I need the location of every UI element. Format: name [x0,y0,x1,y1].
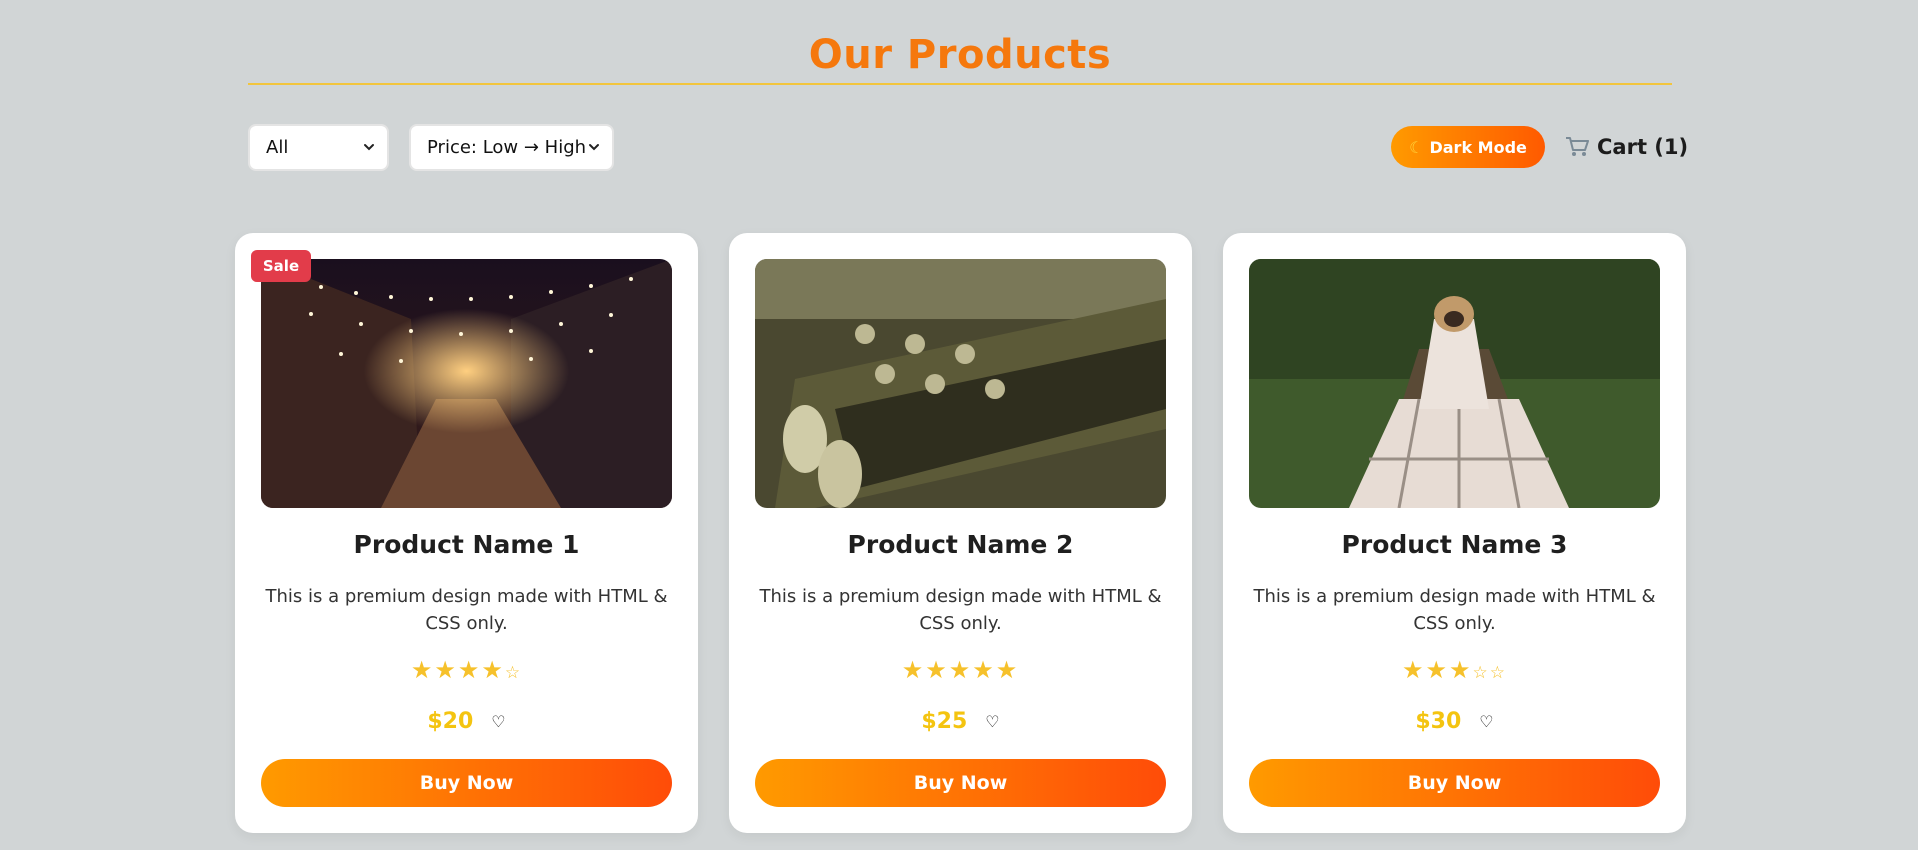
buy-now-button[interactable]: Buy Now [1249,759,1660,807]
moon-icon: ☾ [1409,137,1424,157]
star-icon: ★ [410,656,435,684]
star-icon: ★ [1425,656,1449,684]
star-icon: ★ [1449,656,1473,684]
sale-badge: Sale [251,250,311,282]
star-outline-icon: ☆ [1489,663,1508,683]
cart-button[interactable]: Cart (1) [1565,130,1688,164]
star-rating: ★★★★☆ [235,656,698,684]
buy-now-button[interactable]: Buy Now [755,759,1166,807]
chevron-down-icon [589,144,599,151]
category-select-value: All [266,137,289,158]
price-row: $25 ♡ [729,709,1192,734]
star-icon: ★ [1401,656,1426,684]
product-name: Product Name 2 [847,530,1074,559]
product-card: Sale Product Name 1 This is a premium de… [235,233,698,833]
heart-icon[interactable]: ♡ [491,712,505,731]
star-icon: ★ [434,656,458,684]
product-card: Product Name 3 This is a premium design … [1223,233,1686,833]
page: Our Products All Price: Low → High ☾ Dar… [0,0,1918,850]
dark-mode-label: Dark Mode [1429,137,1527,157]
product-price: $20 [427,709,474,734]
sort-select[interactable]: Price: Low → High [409,124,614,171]
star-icon: ★ [481,656,505,684]
product-name: Product Name 1 [353,530,580,559]
price-row: $20 ♡ [235,709,698,734]
star-icon: ★ [901,656,926,684]
product-description: This is a premium design made with HTML … [1253,586,1656,634]
heart-icon[interactable]: ♡ [1479,712,1493,731]
product-card: Product Name 2 This is a premium design … [729,233,1192,833]
dark-mode-button[interactable]: ☾ Dark Mode [1391,126,1545,168]
product-description: This is a premium design made with HTML … [265,586,668,634]
star-outline-icon: ☆ [504,663,523,683]
product-image[interactable] [1249,259,1660,508]
buy-now-button[interactable]: Buy Now [261,759,672,807]
chevron-down-icon [364,144,374,151]
star-outline-icon: ☆ [1472,663,1490,683]
product-image[interactable] [261,259,672,508]
star-rating: ★★★☆☆ [1223,656,1686,684]
category-select[interactable]: All [248,124,389,171]
star-icon: ★ [925,656,949,684]
product-price: $25 [921,709,968,734]
price-row: $30 ♡ [1223,709,1686,734]
product-description: This is a premium design made with HTML … [759,586,1162,634]
star-icon: ★ [948,656,973,684]
product-image[interactable] [755,259,1166,508]
product-price: $30 [1415,709,1462,734]
heart-icon[interactable]: ♡ [985,712,999,731]
page-header: Our Products [248,26,1672,85]
star-icon: ★ [995,656,1020,684]
star-rating: ★★★★★ [729,656,1192,684]
sort-select-value: Price: Low → High [427,137,587,158]
cart-label: Cart (1) [1597,135,1689,159]
page-title: Our Products [808,32,1112,78]
product-name: Product Name 3 [1341,530,1568,559]
star-icon: ★ [457,656,482,684]
cart-icon [1566,137,1589,156]
star-icon: ★ [972,656,996,684]
